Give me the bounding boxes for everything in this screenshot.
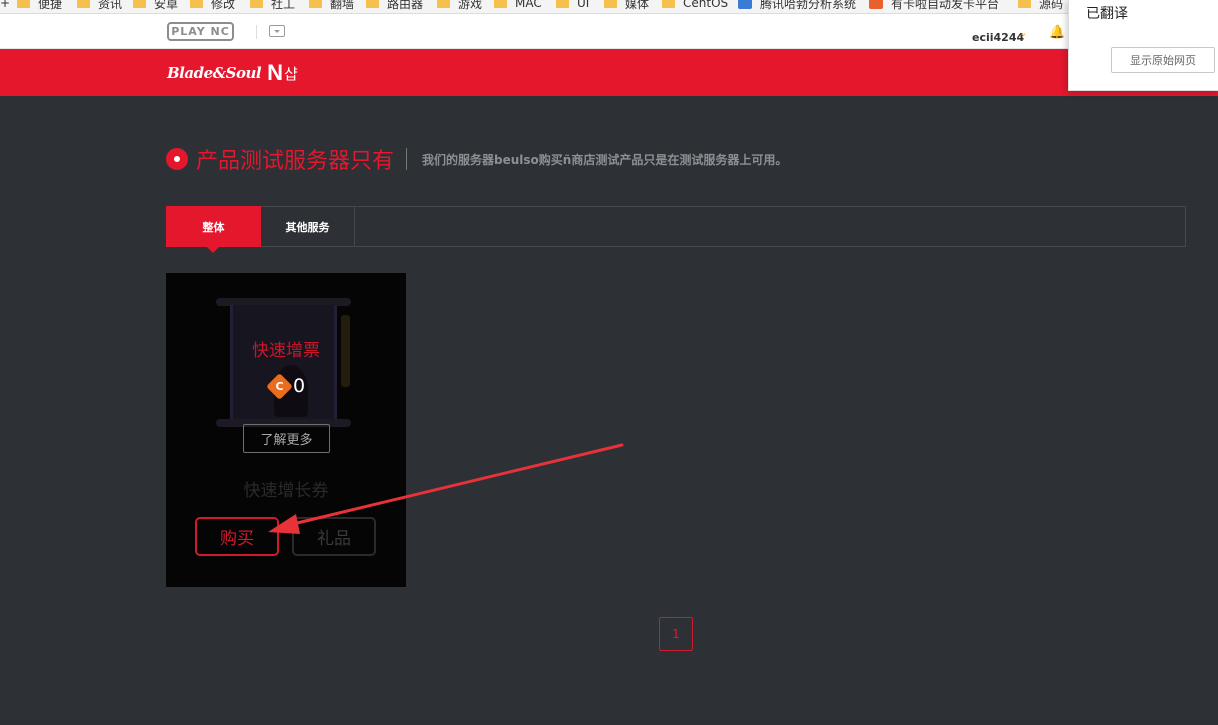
bookmark-item[interactable]: 安卓 [133,0,178,12]
folder-icon [604,0,617,8]
price-value: 0 [293,375,306,397]
folder-icon [494,0,507,8]
bookmark-item[interactable]: 游戏 [437,0,482,12]
translate-popup: 已翻译 显示原始网页 [1068,0,1218,91]
buy-button[interactable]: 购买 [195,517,279,556]
logo-script: Blade&Soul [167,64,262,82]
service-menu-button[interactable] [269,25,285,37]
bookmark-item[interactable]: 有卡啦自动发卡平台 [869,0,999,12]
bookmark-item[interactable]: 资讯 [77,0,122,12]
bell-icon[interactable]: 🔔 [1049,25,1065,40]
folder-icon [133,0,146,8]
tab-other-services[interactable]: 其他服务 [261,206,355,247]
folder-icon [366,0,379,8]
category-tabs: 整体 其他服务 [166,206,1186,253]
product-subtitle: 快速增长券 [243,481,329,501]
learn-more-button[interactable]: 了解更多 [243,424,330,453]
favicon-icon [869,0,883,9]
page-title-area: 产品测试服务器只有 我们的服务器beulso购买ñ商店测试产品只是在测试服务器上… [166,143,787,175]
username[interactable]: ecii4244 [972,31,1024,44]
product-name: 快速增票 [252,341,320,361]
global-topbar: PLAY NC ecii4244 ⌄ 🔔 [0,14,1218,49]
show-original-button[interactable]: 显示原始网页 [1111,47,1215,73]
divider [256,25,257,39]
folder-icon [437,0,450,8]
pagination-page-1[interactable]: 1 [659,617,693,651]
folder-icon [1018,0,1031,8]
target-icon [166,148,188,170]
bookmarks-bar: + 便捷 资讯 安卓 修改 社工 翻墙 路由器 游戏 MAC UI 媒体 Cen… [0,0,1218,14]
divider [406,148,408,170]
page-title: 产品测试服务器只有 [196,149,395,174]
chevron-down-icon[interactable]: ⌄ [1019,28,1027,39]
bookmark-item[interactable]: UI [556,0,589,12]
bookmark-item[interactable]: 翻墙 [309,0,354,12]
folder-icon [190,0,203,8]
logo-n: N [267,60,284,85]
bookmark-item[interactable]: MAC [494,0,542,12]
site-header: Blade&Soul N 샵 [0,49,1218,96]
favicon-icon [738,0,752,9]
bookmark-item[interactable]: 修改 [190,0,235,12]
translate-status: 已翻译 [1086,6,1128,22]
product-image [216,295,351,430]
plaync-logo[interactable]: PLAY NC [167,22,234,41]
folder-icon [662,0,675,8]
folder-icon [556,0,569,8]
bookmark-item[interactable]: CentOS [662,0,728,12]
gift-button[interactable]: 礼品 [292,517,376,556]
folder-icon [309,0,322,8]
logo-shop: 샵 [284,64,298,83]
bookmark-item[interactable]: 路由器 [366,0,423,12]
bookmark-item[interactable]: 源码 [1018,0,1063,12]
bookmark-item[interactable]: 便捷 [17,0,62,12]
bookmark-item[interactable]: 媒体 [604,0,649,12]
blade-soul-nshop-logo[interactable]: Blade&Soul N 샵 [167,59,298,87]
page-description: 我们的服务器beulso购买ñ商店测试产品只是在测试服务器上可用。 [422,152,788,167]
folder-icon [17,0,30,8]
product-price: C 0 [266,372,306,400]
tab-all[interactable]: 整体 [166,206,261,253]
bookmark-item[interactable]: 腾讯哈勃分析系统 [738,0,856,12]
product-card[interactable]: 快速增票 C 0 了解更多 快速增长券 购买 礼品 [166,273,406,587]
bookmark-item[interactable]: 社工 [250,0,295,12]
ncoin-icon: C [266,372,293,400]
folder-icon [250,0,263,8]
folder-icon [77,0,90,8]
